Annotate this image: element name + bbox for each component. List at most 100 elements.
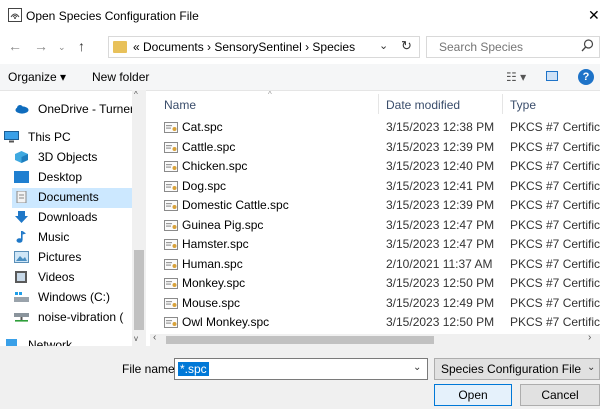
scroll-down-arrow-icon[interactable]: v [134, 334, 138, 343]
file-row[interactable]: Cattle.spc 3/15/2023 12:39 PM PKCS #7 Cert… [150, 138, 600, 157]
network-drive-icon [14, 313, 29, 322]
new-folder-button[interactable]: New folder [92, 70, 149, 84]
nav-item-pictures[interactable]: Pictures [14, 248, 140, 268]
nav-item-network[interactable]: Network [4, 336, 130, 346]
file-name-value[interactable]: *.spc [178, 362, 209, 376]
file-date-modified: 3/15/2023 12:50 PM [386, 315, 495, 329]
file-date-modified: 2/10/2021 11:37 AM [386, 256, 493, 271]
address-bar[interactable]: « Documents › SensorySentinel › Species … [108, 36, 420, 58]
nav-item-windows-c[interactable]: Windows (C:) [14, 288, 140, 308]
organize-menu-button[interactable]: Organize ▾ [8, 70, 66, 84]
file-name: Human.spc [182, 256, 243, 271]
nav-item-onedrive[interactable]: OneDrive - Turner [14, 100, 140, 120]
file-type-filter-select[interactable]: Species Configuration Files (*.sp ⌄ [434, 358, 600, 380]
file-name: Mouse.spc [182, 295, 241, 310]
scroll-up-arrow-icon[interactable]: ^ [134, 90, 138, 99]
spc-file-icon [164, 258, 178, 270]
file-name: Chicken.spc [182, 159, 248, 173]
forward-arrow-icon[interactable]: → [34, 38, 48, 54]
nav-item-3d-objects[interactable]: 3D Objects [14, 148, 140, 168]
column-divider[interactable] [378, 94, 379, 114]
scroll-right-arrow-icon[interactable]: › [588, 332, 591, 343]
file-date-modified: 3/15/2023 12:39 PM [386, 139, 495, 154]
file-date-modified: 3/15/2023 12:38 PM [386, 120, 495, 134]
chevron-down-icon[interactable]: ⌄ [413, 362, 421, 373]
close-icon[interactable]: ✕ [588, 7, 600, 24]
back-arrow-icon[interactable]: ← [8, 38, 22, 54]
spc-file-icon [164, 122, 178, 133]
spc-file-icon [164, 180, 178, 192]
column-header-type[interactable]: Type [510, 98, 536, 112]
file-row[interactable]: Cat.spc 3/15/2023 12:38 PM PKCS #7 Certifi… [150, 118, 600, 137]
file-row[interactable]: Guinea Pig.spc 3/15/2023 12:47 PM PKCS #7 … [150, 216, 600, 235]
file-type: PKCS #7 Certificate [510, 276, 600, 290]
file-row[interactable]: Monkey.spc 3/15/2023 12:50 PM PKCS #7 Cert… [150, 274, 600, 293]
horizontal-scrollbar-thumb[interactable] [166, 336, 434, 344]
column-header-date-modified[interactable]: Date modified [386, 98, 460, 112]
navigation-bar: ← → ⌄ ↑ « Documents › SensorySentinel › … [0, 32, 600, 62]
scroll-left-arrow-icon[interactable]: ‹ [153, 332, 156, 343]
search-box[interactable] [426, 36, 600, 58]
chevron-down-icon[interactable]: ⌄ [587, 362, 595, 373]
nav-item-documents[interactable]: Documents [14, 188, 140, 208]
file-type-filter-value: Species Configuration Files (*.sp [441, 362, 581, 376]
dialog-footer: File name: *.spc ⌄ Species Configuration… [0, 346, 600, 409]
app-icon [8, 8, 22, 22]
nav-item-downloads[interactable]: Downloads [14, 208, 140, 228]
column-divider[interactable] [502, 94, 503, 114]
file-type: PKCS #7 Certificate [510, 315, 600, 329]
spc-file-icon [164, 297, 178, 309]
cancel-button[interactable]: Cancel [520, 384, 600, 406]
file-name: Owl Monkey.spc [182, 315, 270, 329]
horizontal-scrollbar[interactable]: ‹ › [150, 332, 600, 346]
file-name: Cattle.spc [182, 139, 236, 154]
file-date-modified: 3/15/2023 12:39 PM [386, 198, 495, 212]
spc-file-icon [164, 141, 178, 153]
pictures-icon [14, 251, 29, 263]
spc-file-icon [164, 200, 178, 211]
column-header-name[interactable]: Name [164, 98, 196, 112]
computer-icon [4, 131, 19, 143]
folder-icon [113, 41, 127, 53]
open-button[interactable]: Open [434, 384, 512, 406]
navigation-pane: OneDrive - Turner This PC 3D Objects Des… [0, 90, 146, 346]
file-date-modified: 3/15/2023 12:41 PM [386, 178, 495, 193]
file-date-modified: 3/15/2023 12:47 PM [386, 217, 495, 232]
file-row[interactable]: Mouse.spc 3/15/2023 12:49 PM PKCS #7 Certi… [150, 294, 600, 313]
help-icon[interactable]: ? [578, 69, 594, 85]
file-type: PKCS #7 Certificate [510, 237, 600, 251]
file-row[interactable]: Domestic Cattle.spc 3/15/2023 12:39 PM PKC… [150, 196, 600, 215]
preview-pane-icon[interactable] [546, 71, 558, 81]
file-row[interactable]: Owl Monkey.spc 3/15/2023 12:50 PM PKCS #7 … [150, 313, 600, 332]
search-icon[interactable] [581, 39, 594, 52]
file-row[interactable]: Hamster.spc 3/15/2023 12:47 PM PKCS #7 Cer… [150, 235, 600, 254]
file-type: PKCS #7 Certificate [510, 159, 600, 173]
3d-objects-icon [15, 151, 28, 163]
file-name: Guinea Pig.spc [182, 217, 264, 232]
file-row[interactable]: Dog.spc 3/15/2023 12:41 PM PKCS #7 Certifi… [150, 177, 600, 196]
nav-item-desktop[interactable]: Desktop [14, 168, 140, 188]
recent-locations-chevron-icon[interactable]: ⌄ [58, 42, 66, 53]
downloads-icon [15, 211, 28, 223]
refresh-icon[interactable]: ↻ [401, 38, 412, 54]
up-arrow-icon[interactable]: ↑ [78, 38, 85, 54]
search-input[interactable] [437, 39, 561, 55]
file-row[interactable]: Human.spc 2/10/2021 11:37 AM PKCS #7 Certi… [150, 255, 600, 274]
change-view-icon[interactable]: ☷ ▾ [506, 70, 526, 84]
nav-item-music[interactable]: Music [14, 228, 140, 248]
nav-scrollbar-thumb[interactable] [134, 250, 144, 330]
file-row[interactable]: Chicken.spc 3/15/2023 12:40 PM PKCS #7 Cer… [150, 157, 600, 176]
file-name: Cat.spc [182, 120, 223, 134]
file-type: PKCS #7 Certificate [510, 198, 600, 212]
file-type: PKCS #7 Certificate [510, 120, 600, 134]
nav-item-noise-vibration[interactable]: noise-vibration ( [14, 308, 140, 328]
chevron-down-icon[interactable]: ⌄ [379, 39, 388, 52]
file-name-input[interactable]: *.spc ⌄ [174, 358, 428, 380]
file-type: PKCS #7 Certificate [510, 295, 600, 310]
nav-item-this-pc[interactable]: This PC [4, 128, 130, 148]
breadcrumb[interactable]: « Documents › SensorySentinel › Species [133, 40, 355, 54]
network-icon [6, 339, 17, 346]
nav-item-videos[interactable]: Videos [14, 268, 140, 288]
command-toolbar: Organize ▾ New folder ☷ ▾ ? [0, 64, 600, 91]
videos-icon [15, 271, 27, 283]
